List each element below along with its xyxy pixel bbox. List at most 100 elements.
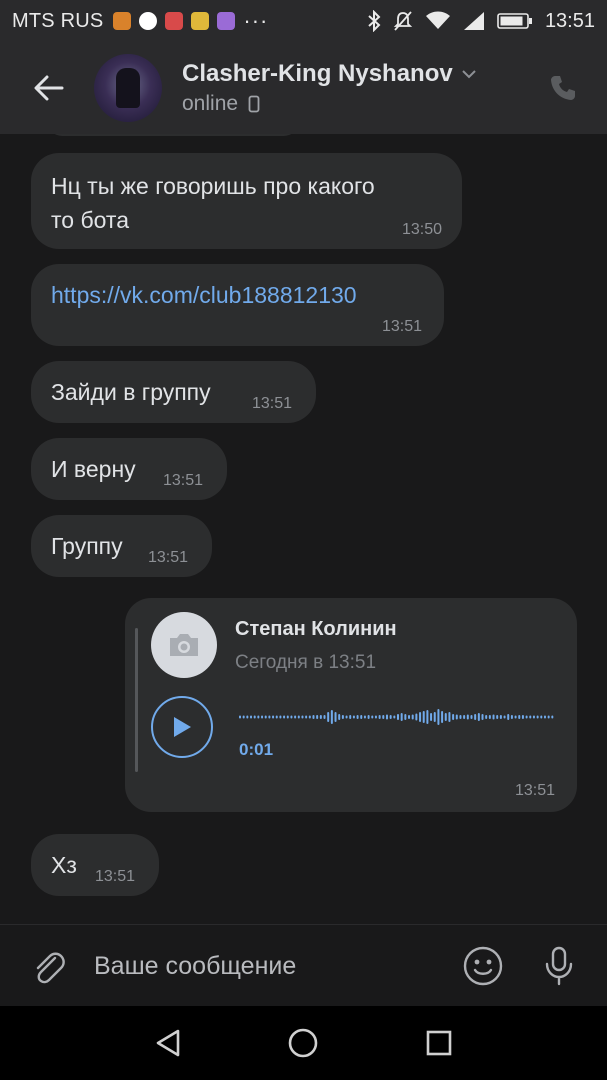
waveform-bar: [301, 715, 304, 719]
message-time: 13:50: [401, 221, 442, 238]
waveform-bar: [415, 713, 418, 721]
waveform-bar: [481, 714, 484, 720]
waveform-bar: [294, 715, 297, 719]
nav-home-button[interactable]: [278, 1018, 328, 1068]
play-button[interactable]: [151, 696, 213, 758]
waveform-bar: [264, 715, 267, 719]
paperclip-icon: [36, 952, 65, 984]
waveform-bar: [411, 714, 414, 720]
sender-name[interactable]: Степан Колинин: [235, 618, 397, 641]
waveform-bar: [426, 710, 429, 724]
message-time: 13:51: [95, 868, 136, 885]
home-circle-icon: [289, 1028, 318, 1058]
contact-name: Clasher-King Nyshanov: [182, 60, 453, 87]
waveform-bar: [323, 715, 326, 719]
message-bubble[interactable]: И верну 13:51: [31, 438, 227, 500]
waveform-bar: [389, 715, 392, 719]
waveform-bar: [430, 713, 433, 721]
message-bubble[interactable]: [48, 134, 298, 136]
message-text: Нц ты же говоришь про какого то бота: [51, 173, 375, 233]
system-navigation-bar: [0, 1006, 607, 1080]
message-bubble[interactable]: Зайди в группу 13:51: [31, 361, 316, 423]
app-icon-purple: [217, 12, 236, 30]
camera-icon: [170, 634, 198, 656]
waveform-bar: [463, 715, 466, 719]
waveform-bar: [444, 713, 447, 721]
play-icon: [174, 717, 191, 737]
waveform-bar: [356, 715, 359, 719]
message-bubble[interactable]: Хз 13:51: [31, 834, 159, 896]
waveform-bar: [400, 713, 403, 721]
waveform-bar: [297, 715, 300, 719]
microphone-icon: [545, 946, 573, 986]
message-link[interactable]: https://vk.com/club188812130: [51, 278, 357, 312]
waveform-bar: [349, 715, 352, 719]
sent-date: Сегодня в 13:51: [235, 652, 377, 673]
waveform-bar: [466, 714, 469, 720]
message-list[interactable]: Нц ты же говоришь про какого то бота 13:…: [0, 134, 607, 924]
app-icon-red: [165, 12, 184, 30]
waveform-bar: [459, 715, 462, 719]
call-button[interactable]: [543, 68, 583, 108]
waveform-bar: [485, 715, 488, 719]
waveform-bar: [345, 715, 348, 719]
waveform-bar: [327, 712, 330, 722]
message-bubble[interactable]: https://vk.com/club188812130 13:51: [31, 264, 444, 346]
waveform-bar: [246, 715, 249, 719]
waveform-bar: [499, 715, 502, 719]
waveform-bar: [261, 715, 264, 719]
waveform-bar: [437, 709, 440, 725]
waveform-bar: [532, 715, 535, 719]
waveform-bar: [547, 715, 550, 719]
waveform-bar: [408, 715, 411, 719]
phone-device-icon: [248, 95, 260, 113]
message-input[interactable]: [92, 950, 436, 982]
message-bubble[interactable]: Группу 13:51: [31, 515, 212, 577]
waveform-bar: [341, 715, 344, 719]
waveform-bar: [521, 715, 524, 719]
message-time: 13:51: [148, 549, 189, 566]
waveform-bar: [360, 715, 363, 719]
contact-info[interactable]: Clasher-King Nyshanov online: [182, 60, 477, 116]
voice-duration: 0:01: [239, 740, 274, 759]
attach-button[interactable]: [26, 944, 70, 988]
app-icon-yellow: [191, 12, 210, 30]
audio-waveform[interactable]: [239, 704, 555, 730]
waveform-bar: [352, 715, 355, 719]
message-time: 13:51: [514, 782, 555, 799]
waveform-bar: [525, 715, 528, 719]
nav-recents-button[interactable]: [414, 1018, 464, 1068]
waveform-bar: [488, 715, 491, 719]
signal-icon: [463, 12, 484, 30]
silent-icon: [393, 11, 413, 31]
message-bubble[interactable]: Нц ты же говоришь про какого то бота 13:…: [31, 153, 462, 249]
contact-status: online: [182, 92, 239, 115]
waveform-bar: [543, 715, 546, 719]
nav-back-button[interactable]: [143, 1018, 193, 1068]
waveform-bar: [441, 711, 444, 723]
emoji-button[interactable]: [461, 944, 505, 988]
waveform-bar: [496, 715, 499, 719]
waveform-bar: [477, 713, 480, 721]
waveform-bar: [312, 715, 315, 719]
back-button[interactable]: [24, 63, 74, 113]
message-time: 13:51: [252, 395, 293, 412]
message-text: Хз: [51, 852, 77, 878]
waveform-bar: [382, 715, 385, 719]
waveform-bar: [242, 715, 245, 719]
waveform-bar: [279, 715, 282, 719]
sender-avatar[interactable]: [151, 612, 217, 678]
waveform-bar: [397, 714, 399, 720]
waveform-bar: [422, 711, 425, 723]
waveform-bar: [257, 715, 260, 719]
waveform-bar: [507, 714, 510, 720]
waveform-bar: [378, 715, 381, 719]
bluetooth-icon: [368, 10, 381, 32]
forwarded-voice-message[interactable]: Степан Колинин Сегодня в 13:51 0:01 13:5…: [125, 598, 577, 812]
avatar[interactable]: [94, 54, 162, 122]
waveform-bar: [253, 715, 256, 719]
waveform-bar: [250, 715, 253, 719]
waveform-bar: [367, 715, 370, 719]
message-text: Зайди в группу: [51, 379, 211, 405]
voice-record-button[interactable]: [537, 944, 581, 988]
